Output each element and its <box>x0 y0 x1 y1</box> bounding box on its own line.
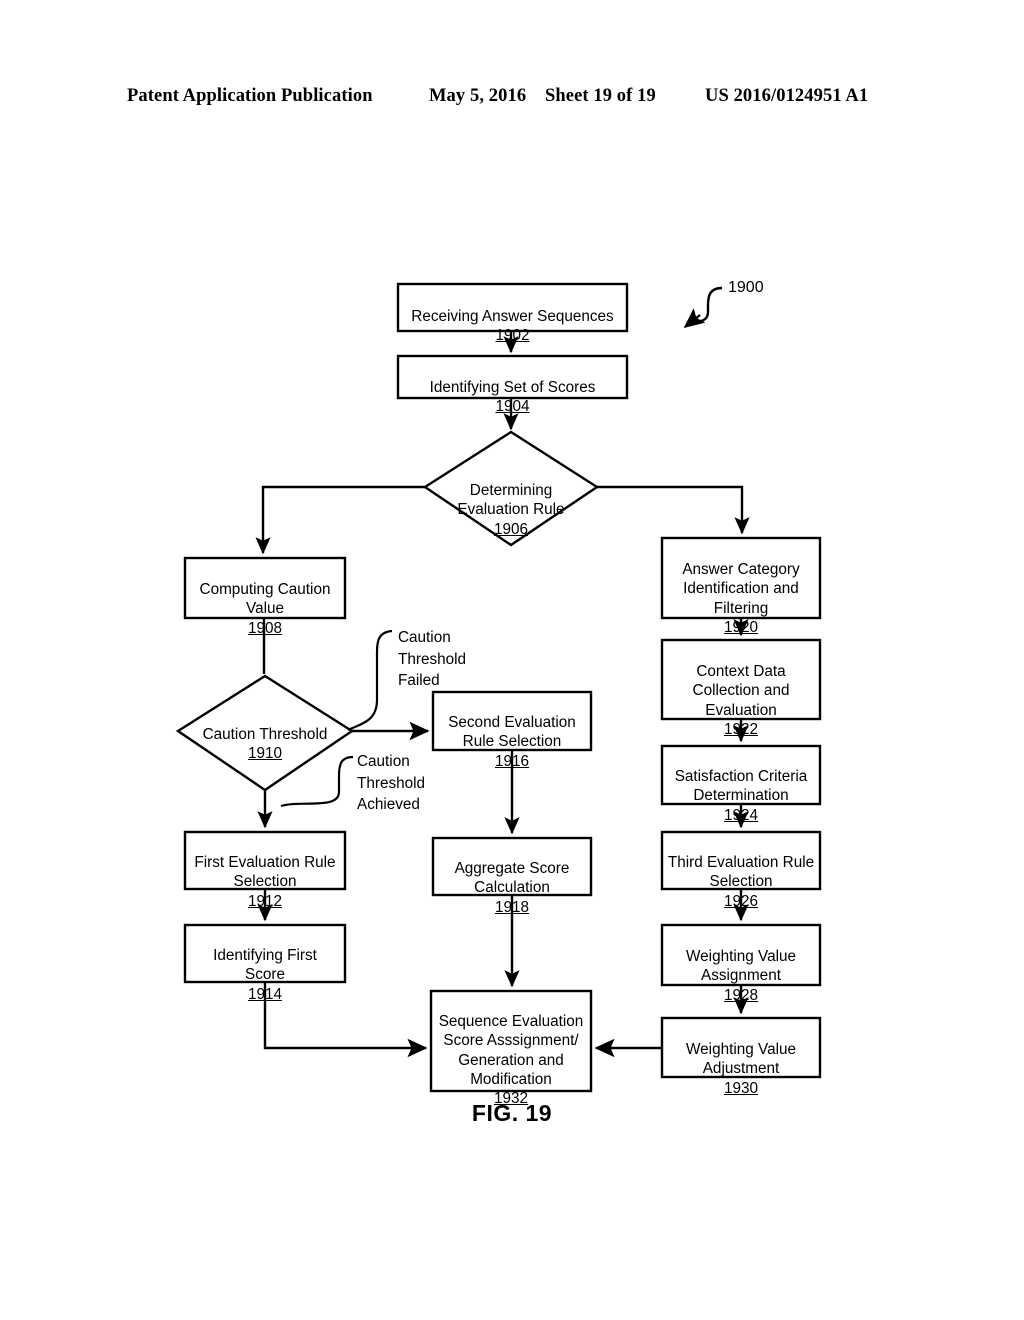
connector-1914-1932 <box>263 982 428 1058</box>
figure-caption: FIG. 19 <box>471 1100 553 1126</box>
node-box-1920 <box>660 536 822 620</box>
node-box-1932 <box>429 989 593 1093</box>
node-box-1922 <box>660 638 822 721</box>
node-box-1924 <box>660 744 822 806</box>
leader-caution-threshold-failed <box>347 629 393 731</box>
connector-1906-1920 <box>597 485 750 535</box>
node-box-1926 <box>660 830 822 891</box>
node-box-1904 <box>396 354 629 400</box>
callout-leader-1900 <box>686 286 723 327</box>
node-diamond-1906 <box>422 430 600 547</box>
node-box-1908 <box>183 556 347 620</box>
node-box-1912 <box>183 830 347 891</box>
node-box-1928 <box>660 923 822 987</box>
node-box-1930 <box>660 1016 822 1079</box>
connector-1906-1908 <box>255 485 425 555</box>
node-diamond-1910 <box>175 674 355 792</box>
node-box-1918 <box>431 836 593 897</box>
node-box-1916 <box>431 690 593 752</box>
node-box-1902 <box>396 282 629 333</box>
node-box-1914 <box>183 923 347 984</box>
